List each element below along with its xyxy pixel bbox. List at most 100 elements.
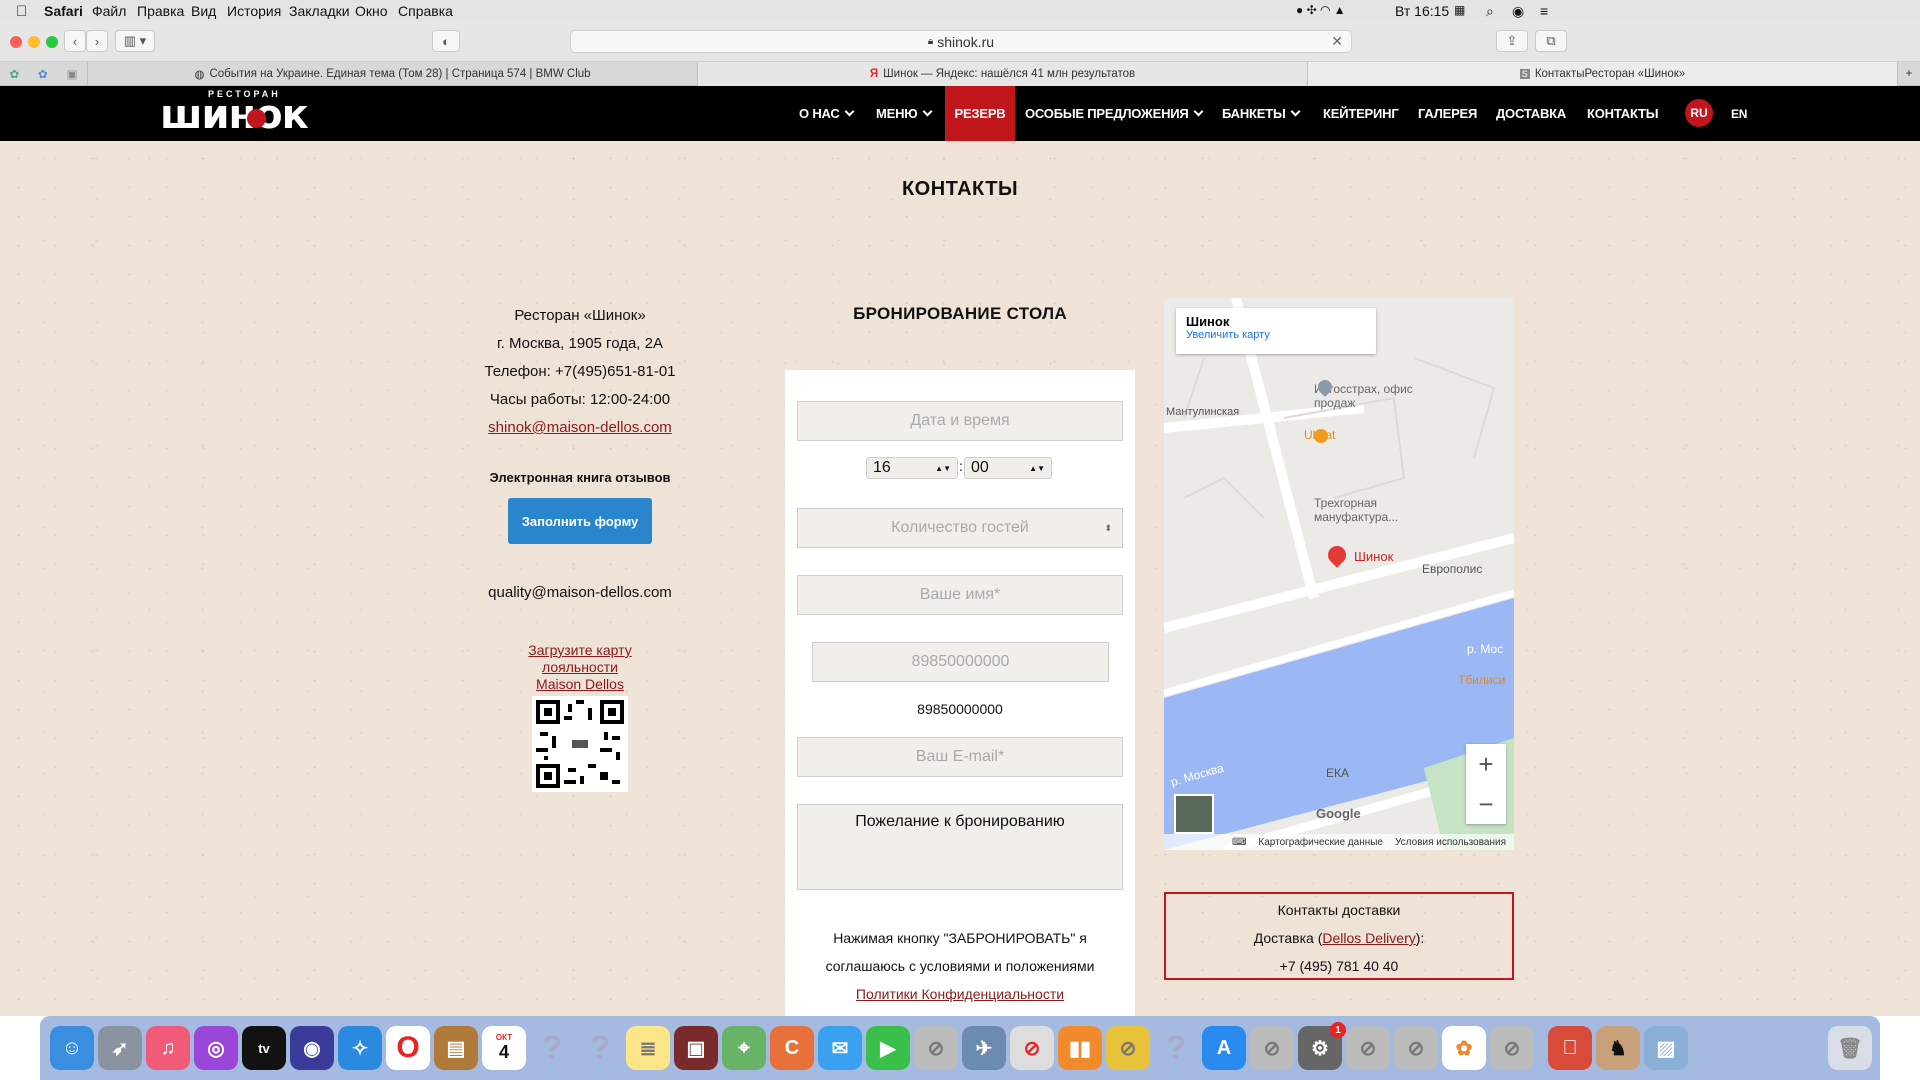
fill-form-button[interactable]: Заполнить форму bbox=[508, 498, 652, 544]
keyboard-icon[interactable]: ⌨ bbox=[1232, 837, 1246, 848]
pinned-tab-icon[interactable]: ✿ bbox=[38, 67, 48, 81]
nav-contacts[interactable]: КОНТАКТЫ bbox=[1587, 86, 1658, 141]
privacy-shield-icon[interactable]: ◐ bbox=[432, 30, 460, 52]
disabled-app-icon[interactable]: ⊘ bbox=[1106, 1026, 1150, 1070]
tab-bmw-club[interactable]: ◍ События на Украине. Единая тема (Том 28… bbox=[88, 62, 698, 86]
maps-icon[interactable]: ⌖ bbox=[722, 1026, 766, 1070]
apple-logo-app-icon[interactable]:  bbox=[1548, 1026, 1592, 1070]
music-icon[interactable]: ♫ bbox=[146, 1026, 190, 1070]
pinned-tab-icon[interactable]: ✿ bbox=[9, 67, 19, 81]
menu-file[interactable]: Файл bbox=[92, 3, 126, 19]
disabled-app-icon[interactable]: ⊘ bbox=[914, 1026, 958, 1070]
finder-icon[interactable]: ☺ bbox=[50, 1026, 94, 1070]
facetime-icon[interactable]: ▶ bbox=[866, 1026, 910, 1070]
trash-icon[interactable]: 🗑︎ bbox=[1828, 1026, 1872, 1070]
minimize-window-icon[interactable] bbox=[28, 36, 40, 48]
photo-booth-icon[interactable]: ▣ bbox=[674, 1026, 718, 1070]
tab-shinok-contacts[interactable]: S КонтактыРесторан «Шинок» bbox=[1308, 62, 1898, 86]
menu-history[interactable]: История bbox=[227, 3, 281, 19]
calendar-icon[interactable]: ОКТ 4 bbox=[482, 1026, 526, 1070]
back-icon[interactable]: ‹ bbox=[64, 30, 86, 52]
privacy-policy-link[interactable]: Политики Конфиденциальности bbox=[785, 980, 1135, 1008]
enlarge-map-link[interactable]: Увеличить карту bbox=[1186, 329, 1366, 341]
nav-delivery[interactable]: ДОСТАВКА bbox=[1496, 86, 1566, 141]
clock[interactable]: Вт 16:15 bbox=[1395, 3, 1449, 19]
name-input[interactable]: Ваше имя* bbox=[797, 575, 1123, 615]
unknown-app-icon[interactable]: ? bbox=[1154, 1026, 1198, 1070]
podcasts-icon[interactable]: ◎ bbox=[194, 1026, 238, 1070]
messages-icon[interactable]: ✉ bbox=[818, 1026, 862, 1070]
share-icon[interactable]: ⇪ bbox=[1496, 30, 1528, 52]
safari-icon[interactable]: ✧ bbox=[338, 1026, 382, 1070]
email-link[interactable]: shinok@maison-dellos.com bbox=[440, 414, 720, 442]
disabled-app-icon[interactable]: ⊘ bbox=[1394, 1026, 1438, 1070]
tab-overview-icon[interactable]: ⧉ bbox=[1535, 30, 1567, 52]
notifications-icon[interactable]: ≡ bbox=[1540, 3, 1548, 19]
address-bar[interactable]: 🔒︎ shinok.ru ✕ bbox=[570, 30, 1352, 53]
zoom-window-icon[interactable] bbox=[46, 36, 58, 48]
site-logo[interactable]: РЕСТОРАН шинок bbox=[160, 89, 309, 139]
notes-icon[interactable]: ≣ bbox=[626, 1026, 670, 1070]
unknown-app-icon[interactable]: ? bbox=[578, 1026, 622, 1070]
menu-app[interactable]: Safari bbox=[44, 3, 83, 19]
nav-catering[interactable]: КЕЙТЕРИНГ bbox=[1323, 86, 1399, 141]
qr-code[interactable] bbox=[532, 696, 628, 792]
menu-window[interactable]: Окно bbox=[355, 3, 388, 19]
guests-input[interactable]: Количество гостей ⬍ bbox=[797, 508, 1123, 548]
lang-en[interactable]: EN bbox=[1731, 86, 1747, 141]
loyalty-link[interactable]: Загрузите карту лояльности Maison Dellos bbox=[440, 642, 720, 693]
menu-edit[interactable]: Правка bbox=[137, 3, 184, 19]
status-icons[interactable]: ● ✣ ◠ ▲ bbox=[1296, 3, 1346, 17]
nav-banquets[interactable]: БАНКЕТЫ bbox=[1222, 86, 1300, 141]
pinned-tab-icon[interactable]: ▣ bbox=[67, 67, 78, 81]
spotlight-icon[interactable]: ⌕ bbox=[1486, 3, 1494, 20]
new-tab-icon[interactable]: + bbox=[1898, 62, 1920, 86]
nav-gallery[interactable]: ГАЛЕРЕЯ bbox=[1418, 86, 1477, 141]
zoom-in-icon[interactable]: + bbox=[1466, 744, 1506, 784]
disabled-app-icon[interactable]: ⊘ bbox=[1010, 1026, 1054, 1070]
pinned-tabs[interactable]: ✿ ✿ ▣ bbox=[0, 62, 88, 86]
satellite-toggle[interactable] bbox=[1174, 794, 1214, 834]
hour-select[interactable]: 16 ▲▼ bbox=[866, 457, 958, 479]
disabled-app-icon[interactable]: ⊘ bbox=[1250, 1026, 1294, 1070]
books-icon[interactable]: ▮▮ bbox=[1058, 1026, 1102, 1070]
siri-icon[interactable]: ◉ bbox=[1512, 3, 1524, 20]
close-window-icon[interactable] bbox=[10, 36, 22, 48]
app-store-icon[interactable]: A bbox=[1202, 1026, 1246, 1070]
sidebar-icon[interactable]: ▥ ▾ bbox=[115, 30, 155, 52]
nav-menu[interactable]: МЕНЮ bbox=[876, 86, 932, 141]
wish-textarea[interactable]: Пожелание к бронированию bbox=[797, 804, 1123, 890]
flag-icon[interactable]: ▦ bbox=[1454, 3, 1465, 17]
contacts-icon[interactable]: ▤ bbox=[434, 1026, 478, 1070]
siri-icon[interactable]: ◉ bbox=[290, 1026, 334, 1070]
opera-icon[interactable]: O bbox=[386, 1026, 430, 1070]
system-preferences-icon[interactable]: ⚙ 1 bbox=[1298, 1022, 1346, 1070]
tab-yandex[interactable]: Я Шинок — Яндекс: нашёлся 41 млн результа… bbox=[698, 62, 1308, 86]
unknown-app-icon[interactable]: ? bbox=[530, 1026, 574, 1070]
map[interactable]: Шинок Увеличить карту Ингосстрах, офис п… bbox=[1164, 298, 1514, 850]
menu-bookmarks[interactable]: Закладки bbox=[289, 3, 350, 19]
zoom-out-icon[interactable]: − bbox=[1466, 784, 1506, 824]
tv-icon[interactable]: tv bbox=[242, 1026, 286, 1070]
image-viewer-icon[interactable]: ▨ bbox=[1644, 1026, 1688, 1070]
ccleaner-icon[interactable]: C bbox=[770, 1026, 814, 1070]
photos-icon[interactable]: ✿ bbox=[1442, 1026, 1486, 1070]
stop-icon[interactable]: ✕ bbox=[1331, 33, 1343, 50]
nav-reserve[interactable]: РЕЗЕРВ bbox=[945, 86, 1015, 141]
date-time-input[interactable]: Дата и время bbox=[797, 401, 1123, 441]
menu-help[interactable]: Справка bbox=[398, 3, 453, 19]
apple-icon[interactable]:  bbox=[16, 3, 27, 20]
disabled-app-icon[interactable]: ⊘ bbox=[1346, 1026, 1390, 1070]
launchpad-icon[interactable]: ➶ bbox=[98, 1026, 142, 1070]
lang-ru[interactable]: RU bbox=[1685, 99, 1713, 127]
minute-select[interactable]: 00 ▲▼ bbox=[964, 457, 1052, 479]
disabled-app-icon[interactable]: ⊘ bbox=[1490, 1026, 1534, 1070]
preview-icon[interactable]: ✈ bbox=[962, 1026, 1006, 1070]
phone-input[interactable]: 89850000000 bbox=[812, 642, 1109, 682]
dellos-delivery-link[interactable]: Dellos Delivery bbox=[1322, 930, 1415, 946]
menu-view[interactable]: Вид bbox=[191, 3, 216, 19]
email-input[interactable]: Ваш E-mail* bbox=[797, 737, 1123, 777]
nav-about[interactable]: О НАС bbox=[799, 86, 855, 141]
nav-offers[interactable]: ОСОБЫЕ ПРЕДЛОЖЕНИЯ bbox=[1025, 86, 1203, 141]
forward-icon[interactable]: › bbox=[86, 30, 108, 52]
